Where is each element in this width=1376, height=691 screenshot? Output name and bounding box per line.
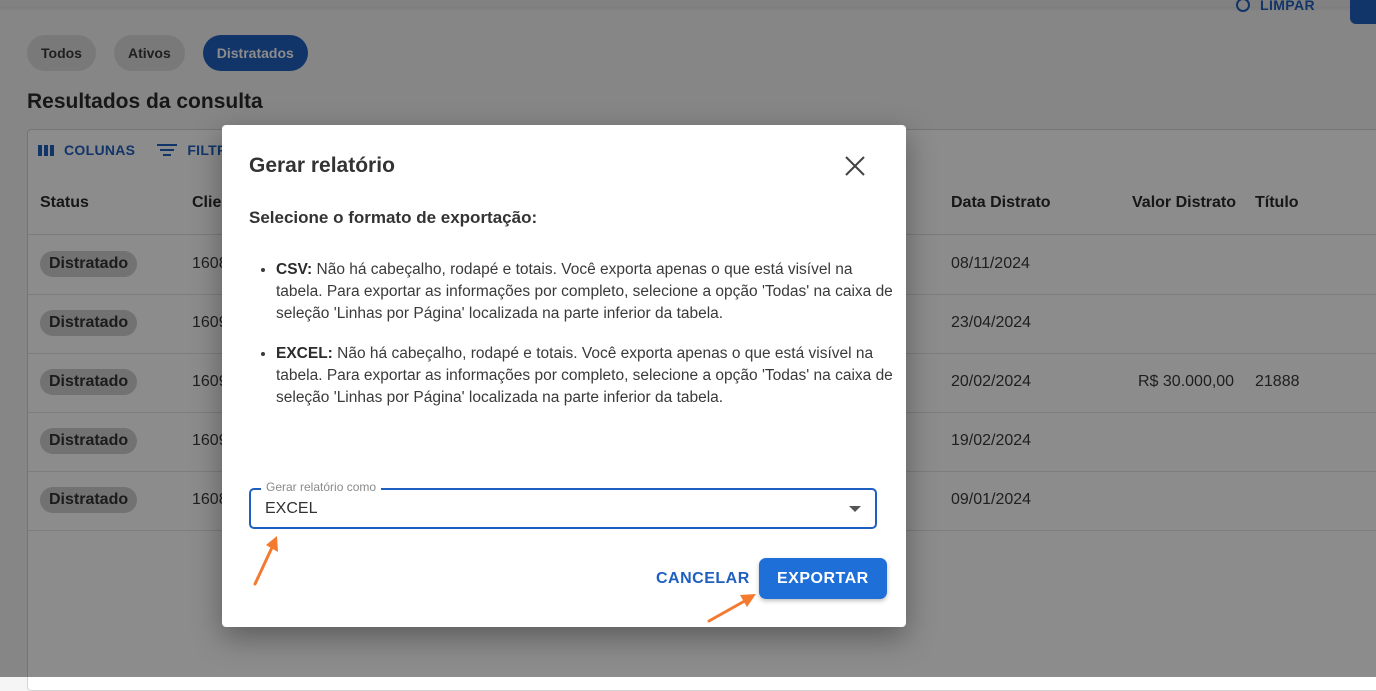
dialog-title: Gerar relatório [249, 154, 395, 177]
excel-option-description: EXCEL: Não há cabeçalho, rodapé e totais… [276, 343, 896, 409]
arrow-annotation-icon [253, 536, 278, 586]
export-button[interactable]: EXPORTAR [759, 558, 887, 599]
select-label: Gerar relatório como [261, 480, 382, 494]
arrow-annotation-icon [707, 594, 756, 623]
dialog-subtitle: Selecione o formato de exportação: [249, 208, 538, 227]
report-dialog: Gerar relatório Selecione o formato de e… [222, 125, 906, 627]
csv-option-description: CSV: Não há cabeçalho, rodapé e totais. … [276, 259, 896, 325]
excel-option-text: Não há cabeçalho, rodapé e totais. Você … [276, 345, 893, 406]
select-value: EXCEL [265, 500, 318, 517]
caret-down-icon [849, 506, 861, 512]
close-button[interactable] [842, 153, 868, 179]
excel-option-name: EXCEL: [276, 345, 333, 362]
csv-option-name: CSV: [276, 261, 313, 278]
export-format-list: CSV: Não há cabeçalho, rodapé e totais. … [249, 259, 896, 427]
csv-option-text: Não há cabeçalho, rodapé e totais. Você … [276, 261, 893, 322]
report-format-select[interactable]: Gerar relatório como EXCEL [249, 480, 877, 529]
close-icon [845, 156, 865, 176]
